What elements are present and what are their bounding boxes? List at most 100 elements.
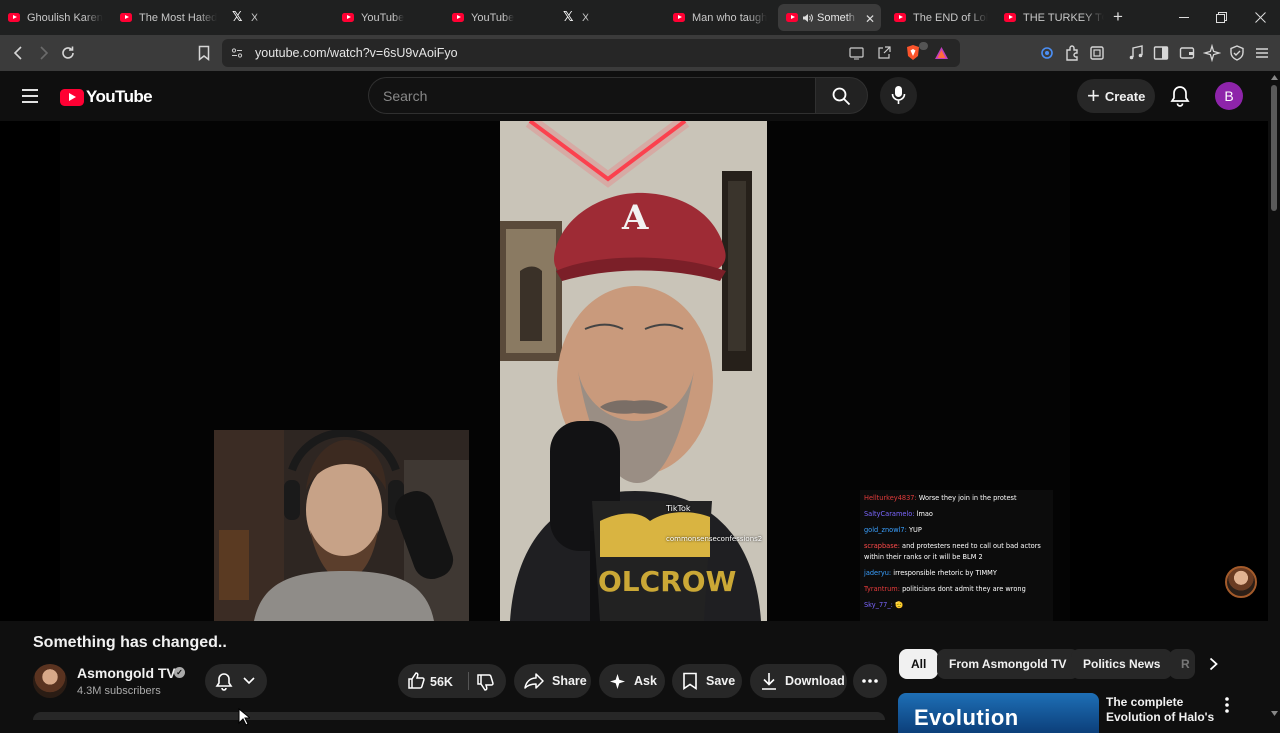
cast-icon[interactable] <box>849 46 864 60</box>
channel-avatar[interactable] <box>33 664 67 698</box>
like-icon[interactable] <box>407 671 426 690</box>
url-text: youtube.com/watch?v=6sU9vAoiFyo <box>255 46 458 60</box>
save-bookmark-icon <box>683 672 697 690</box>
browser-tab[interactable]: Ghoulish Karen <box>8 4 108 31</box>
wallet-icon[interactable] <box>1178 44 1196 62</box>
voice-search-button[interactable] <box>880 77 917 114</box>
ask-label: Ask <box>634 674 657 688</box>
video-player[interactable]: A OLCROW TikTok commonsenseconfessions2 <box>0 121 1268 621</box>
sidebar-icon[interactable] <box>1152 44 1170 62</box>
scroll-up-icon[interactable] <box>1271 75 1278 80</box>
chips-next-button[interactable] <box>1198 648 1230 680</box>
tab-title: YouTube <box>471 11 515 24</box>
browser-tab[interactable]: The END of Lol <box>894 4 994 31</box>
tab-title: YouTube <box>361 11 405 24</box>
chevron-right-icon <box>1209 657 1218 671</box>
browser-tab[interactable]: YouTube <box>452 4 552 31</box>
subscriber-count: 4.3M subscribers <box>77 685 161 697</box>
webcam-image <box>214 430 469 621</box>
tiktok-watermark: TikTok <box>666 504 691 513</box>
back-icon[interactable] <box>10 44 28 62</box>
browser-tab[interactable]: The Most Hated <box>120 4 220 31</box>
tab-title: Man who taugh <box>692 11 768 24</box>
youtube-logo[interactable]: YouTube <box>60 87 153 107</box>
browser-tab[interactable]: YouTube <box>342 4 442 31</box>
like-count[interactable]: 56K <box>430 675 453 689</box>
menu-icon[interactable] <box>1253 44 1271 62</box>
chip-from-channel[interactable]: From Asmongold TV <box>937 649 1079 679</box>
close-window-icon[interactable] <box>1255 12 1266 23</box>
bookmark-icon[interactable] <box>195 44 213 62</box>
divider <box>468 672 469 690</box>
music-icon[interactable] <box>1127 44 1145 62</box>
new-tab-icon[interactable]: + <box>1113 7 1123 27</box>
forward-icon[interactable] <box>34 44 52 62</box>
verified-check-icon: ✓ <box>174 667 185 678</box>
bell-icon <box>215 673 233 691</box>
screenshot-icon[interactable] <box>1088 44 1106 62</box>
like-dislike-bar: 56K <box>398 664 506 698</box>
youtube-icon <box>120 13 132 22</box>
tiktok-clip-frame: A OLCROW <box>500 121 767 621</box>
subscribed-notifications-button[interactable] <box>205 664 267 698</box>
tab-title: THE TURKEY TO <box>1023 11 1104 24</box>
speaker-icon[interactable] <box>802 13 813 23</box>
share-button[interactable]: Share <box>514 664 591 698</box>
scroll-thumb[interactable] <box>1271 85 1277 211</box>
page-scrollbar[interactable] <box>1268 71 1280 720</box>
tab-title: The Most Hated <box>139 11 218 24</box>
tab-title: X <box>251 11 259 24</box>
vpn-shield-icon[interactable] <box>1228 44 1246 62</box>
browser-tab[interactable]: Man who taugh <box>673 4 773 31</box>
restore-icon[interactable] <box>1216 12 1227 23</box>
save-button[interactable]: Save <box>672 664 742 698</box>
chip-partial[interactable]: R <box>1169 649 1195 679</box>
search-box <box>368 77 816 114</box>
create-button[interactable]: + Create <box>1077 79 1155 113</box>
download-button[interactable]: Download <box>750 664 847 698</box>
channel-name[interactable]: Asmongold TV <box>77 665 176 681</box>
guide-menu-icon[interactable] <box>21 88 39 104</box>
youtube-header: YouTube + Create B <box>0 71 1280 121</box>
address-bar[interactable]: youtube.com/watch?v=6sU9vAoiFyo <box>222 39 960 67</box>
browser-tab[interactable]: 𝕏X <box>563 4 663 31</box>
leo-ai-icon[interactable] <box>1203 44 1221 62</box>
chevron-down-icon <box>243 677 255 685</box>
chip-politics-news[interactable]: Politics News <box>1071 649 1173 679</box>
browser-tab-active[interactable]: Someth ✕ <box>778 4 881 31</box>
streamer-webcam <box>214 430 469 621</box>
youtube-icon <box>8 13 20 22</box>
search-input[interactable] <box>383 86 783 106</box>
recommendation-title[interactable]: The complete Evolution of Halo's <box>1106 695 1216 725</box>
youtube-icon <box>786 13 798 22</box>
vpn-icon[interactable] <box>1038 44 1056 62</box>
recommendation-thumbnail[interactable]: Evolution <box>898 693 1099 733</box>
site-settings-icon[interactable] <box>231 47 243 59</box>
save-label: Save <box>706 674 736 688</box>
chip-all[interactable]: All <box>899 649 939 679</box>
youtube-icon <box>1004 13 1016 22</box>
ask-button[interactable]: Ask <box>599 664 665 698</box>
channel-watermark-avatar[interactable] <box>1225 566 1257 598</box>
minimize-icon[interactable] <box>1179 17 1189 19</box>
share-page-icon[interactable] <box>877 46 892 60</box>
svg-text:A: A <box>621 198 649 238</box>
search-button[interactable] <box>815 77 868 114</box>
notifications-bell-icon[interactable] <box>1170 85 1190 107</box>
browser-tab-bar: Ghoulish Karen The Most Hated 𝕏X YouTube… <box>0 0 1280 35</box>
dislike-icon[interactable] <box>476 673 495 692</box>
close-tab-icon[interactable]: ✕ <box>865 12 875 26</box>
reload-icon[interactable] <box>59 44 77 62</box>
more-actions-button[interactable] <box>853 664 887 698</box>
account-avatar[interactable]: B <box>1215 82 1243 110</box>
browser-tab[interactable]: THE TURKEY TO <box>1004 4 1104 31</box>
chat-message: Sky_77_: 🫡 <box>864 601 904 609</box>
brave-rewards-icon[interactable] <box>934 46 949 60</box>
more-vertical-icon[interactable] <box>1224 696 1230 714</box>
description-box[interactable] <box>33 712 885 720</box>
scroll-down-icon[interactable] <box>1271 711 1278 716</box>
browser-tab[interactable]: 𝕏X <box>232 4 332 31</box>
x-icon: 𝕏 <box>563 9 574 25</box>
extensions-icon[interactable] <box>1064 44 1082 62</box>
youtube-icon <box>342 13 354 22</box>
